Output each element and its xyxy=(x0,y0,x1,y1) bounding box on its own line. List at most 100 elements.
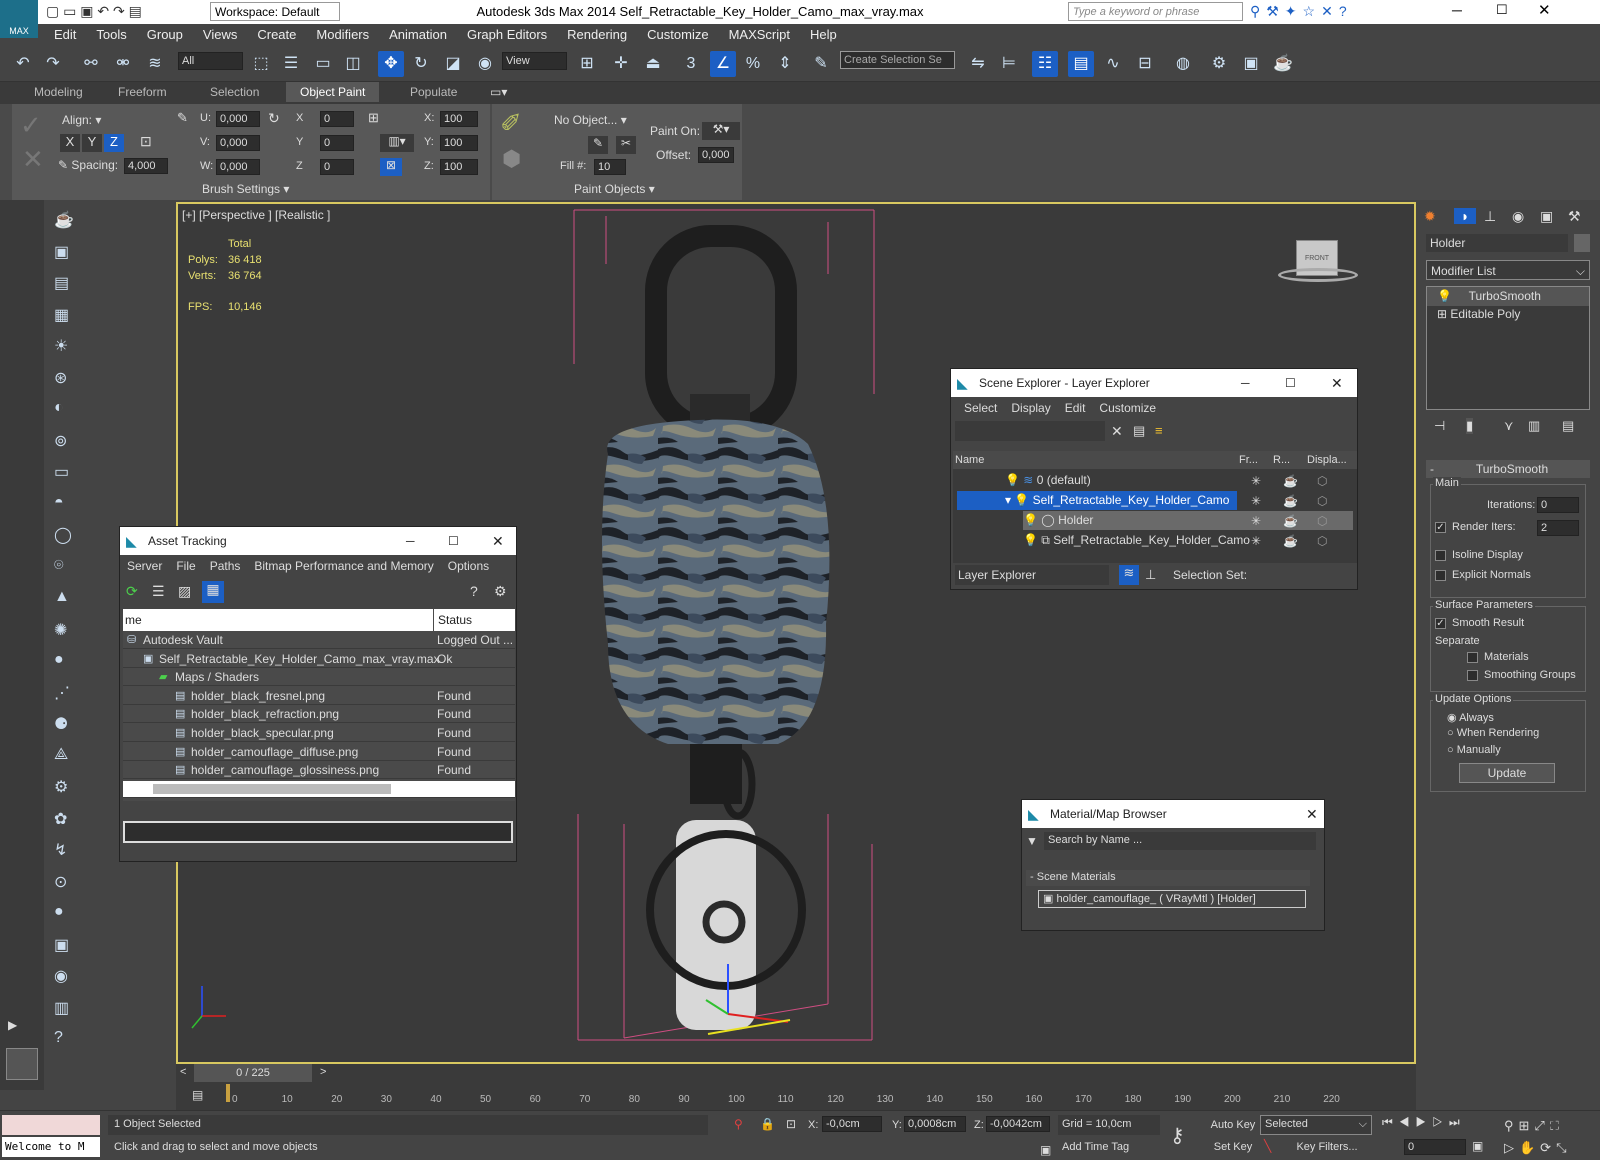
paint-objects-label[interactable]: Paint Objects ▾ xyxy=(574,182,655,196)
command-tool-icon[interactable]: ☀ xyxy=(54,336,68,356)
select-by-name-icon[interactable]: ☰ xyxy=(278,51,304,77)
named-selection-dropdown[interactable]: Create Selection Se xyxy=(840,51,955,69)
menu-create[interactable]: Create xyxy=(247,24,306,45)
cancel-icon[interactable]: ✕ xyxy=(22,144,44,175)
edit-named-selection-icon[interactable]: ✎ xyxy=(808,51,834,77)
no-object-dropdown[interactable]: No Object... ▾ xyxy=(554,113,627,127)
reference-coord-dropdown[interactable]: View xyxy=(502,52,567,70)
window-crossing-icon[interactable]: ◫ xyxy=(340,51,366,77)
layer-mode-icon[interactable]: ≋ xyxy=(1119,565,1139,585)
command-tool-icon[interactable]: ⋰ xyxy=(54,683,70,703)
display-icons[interactable]: ⬡ ⬡ ⬡ ⬡ xyxy=(1317,471,1337,551)
key-filter-icon[interactable]: ╲ xyxy=(1264,1139,1271,1153)
command-tool-icon[interactable]: ◓ xyxy=(54,494,64,512)
viewcube-ring[interactable] xyxy=(1278,268,1358,282)
turbosmooth-rollout-header[interactable]: - TurboSmooth xyxy=(1426,460,1590,478)
command-tool-icon[interactable]: ● xyxy=(54,903,64,921)
col-render[interactable]: R... xyxy=(1273,454,1290,466)
lock-scale-icon[interactable]: ⊠ xyxy=(380,158,402,176)
menu-animation[interactable]: Animation xyxy=(379,24,457,45)
horizontal-scrollbar[interactable] xyxy=(123,781,515,797)
asset-row[interactable]: ▰ Maps / Shaders xyxy=(123,668,515,687)
infocenter-icons[interactable]: ⚲⚒✦☆✕? xyxy=(1250,3,1353,20)
app-logo[interactable]: MAX xyxy=(0,0,38,38)
layer-options-icon[interactable]: ≡ xyxy=(1155,423,1163,438)
maxscript-output[interactable]: Welcome to M xyxy=(2,1137,100,1157)
mini-curve-editor-icon[interactable]: ▤ xyxy=(192,1088,203,1102)
menu-maxscript[interactable]: MAXScript xyxy=(719,24,800,45)
asset-row[interactable]: ▤ holder_black_specular.png Found xyxy=(123,724,515,742)
scene-explorer-titlebar[interactable]: ◣ Scene Explorer - Layer Explorer ─ ☐ ✕ xyxy=(951,369,1357,397)
menu-edit[interactable]: Edit xyxy=(44,24,86,45)
viewport-layout-icon[interactable] xyxy=(6,1048,38,1080)
time-slider[interactable]: < 0 / 225 > xyxy=(176,1064,1416,1082)
minimize-icon[interactable]: ─ xyxy=(406,527,415,555)
list-view-icon[interactable]: ☰ xyxy=(152,583,165,600)
ribbon-options-icon[interactable]: ▭▾ xyxy=(490,85,507,99)
quick-access-icons[interactable]: ▢ ▭ ▣ ↶ ↷ ▤ xyxy=(46,3,142,20)
make-unique-icon[interactable]: ⋎ xyxy=(1504,418,1514,434)
isoline-checkbox[interactable]: Isoline Display xyxy=(1435,549,1523,561)
spacing-spinner[interactable]: 4,000 xyxy=(124,158,168,174)
col-name-header[interactable]: me xyxy=(123,609,433,631)
command-tool-icon[interactable]: ▲ xyxy=(54,588,70,606)
col-name[interactable]: Name xyxy=(955,454,984,466)
maximize-icon[interactable]: ☐ xyxy=(1285,369,1296,397)
menu-modifiers[interactable]: Modifiers xyxy=(306,24,379,45)
asset-row[interactable]: ▤ holder_black_refraction.png Found xyxy=(123,705,515,724)
object-color-swatch[interactable] xyxy=(1574,234,1590,252)
close-button[interactable]: ✕ xyxy=(1538,1,1551,19)
expand-icon[interactable]: ▶ xyxy=(8,1018,17,1032)
search-input[interactable]: Type a keyword or phrase xyxy=(1068,2,1243,21)
command-tool-icon[interactable]: ⊚ xyxy=(54,431,67,451)
minimize-button[interactable]: ─ xyxy=(1452,2,1462,18)
minimize-icon[interactable]: ─ xyxy=(1241,369,1250,397)
explorer-type-dropdown[interactable]: Layer Explorer xyxy=(955,565,1109,585)
pick-object-icon[interactable]: ✎ xyxy=(588,136,608,154)
material-editor-icon[interactable]: ◍ xyxy=(1170,51,1196,77)
at-menu-options[interactable]: Options xyxy=(441,555,496,577)
scene-explorer-icon[interactable]: ☷ xyxy=(1032,51,1058,77)
at-menu-paths[interactable]: Paths xyxy=(203,555,248,577)
selection-filter-dropdown[interactable]: All xyxy=(178,52,243,70)
brush-icon[interactable]: ✎ xyxy=(177,110,188,126)
keyboard-shortcut-icon[interactable]: ⏏ xyxy=(640,51,666,77)
z-rot-spinner[interactable]: 0 xyxy=(320,159,354,175)
materials-checkbox[interactable]: Materials xyxy=(1467,651,1529,663)
stack-item-turbosmooth[interactable]: 💡 TurboSmooth xyxy=(1427,287,1589,306)
smoothing-groups-checkbox[interactable]: Smoothing Groups xyxy=(1467,669,1576,681)
menu-group[interactable]: Group xyxy=(137,24,193,45)
asset-row[interactable]: ⛁ Autodesk Vault Logged Out ... xyxy=(123,631,515,649)
remove-modifier-icon[interactable]: ▥ xyxy=(1528,418,1540,434)
tab-modeling[interactable]: Modeling xyxy=(34,85,83,99)
frame-counter[interactable]: 0 / 225 xyxy=(194,1064,312,1082)
command-tool-icon[interactable]: ⌾ xyxy=(54,557,64,575)
redo-icon[interactable]: ↷ xyxy=(40,51,66,77)
create-tab-icon[interactable]: ✹ xyxy=(1424,208,1436,225)
y-coord-field[interactable]: 0,0008cm xyxy=(904,1116,966,1132)
layer-row-self-retractable[interactable]: ▾ 💡 Self_Retractable_Key_Holder_Camo xyxy=(957,491,1237,510)
freeze-icons[interactable]: ✳ ✳ ✳ ✳ xyxy=(1251,471,1271,551)
paint-object-icon[interactable]: ⬢ xyxy=(502,146,521,172)
explicit-normals-checkbox[interactable]: Explicit Normals xyxy=(1435,569,1531,581)
object-row-self-retractable[interactable]: 💡 ⧉ Self_Retractable_Key_Holder_Camo xyxy=(1023,531,1253,550)
command-tool-icon[interactable]: ● xyxy=(54,651,64,669)
tab-object-paint[interactable]: Object Paint xyxy=(286,82,380,102)
spinner-snap-icon[interactable]: ⇕ xyxy=(772,51,798,77)
paint-on-dropdown[interactable]: ⚒▾ xyxy=(702,122,740,140)
menu-tools[interactable]: Tools xyxy=(86,24,136,45)
at-menu-server[interactable]: Server xyxy=(120,555,169,577)
col-status-header[interactable]: Status xyxy=(434,609,515,631)
configure-sets-icon[interactable]: ▤ xyxy=(1562,418,1574,434)
stack-item-editable-poly[interactable]: ⊞ Editable Poly xyxy=(1427,305,1589,324)
maxscript-listener[interactable] xyxy=(2,1115,100,1135)
z-coord-field[interactable]: -0,0042cm xyxy=(986,1116,1050,1132)
x-rot-spinner[interactable]: 0 xyxy=(320,111,354,127)
next-frame-icon[interactable]: > xyxy=(320,1066,326,1078)
prev-frame-icon[interactable]: < xyxy=(180,1066,186,1078)
render-icons[interactable]: ☕ ☕ ☕ ☕ xyxy=(1283,471,1303,551)
scale-mode-icon[interactable]: ▥▾ xyxy=(380,134,414,152)
align-x-button[interactable]: X xyxy=(60,134,80,152)
undo-icon[interactable]: ↶ xyxy=(10,51,36,77)
bind-spacewarp-icon[interactable]: ≋ xyxy=(142,51,168,77)
